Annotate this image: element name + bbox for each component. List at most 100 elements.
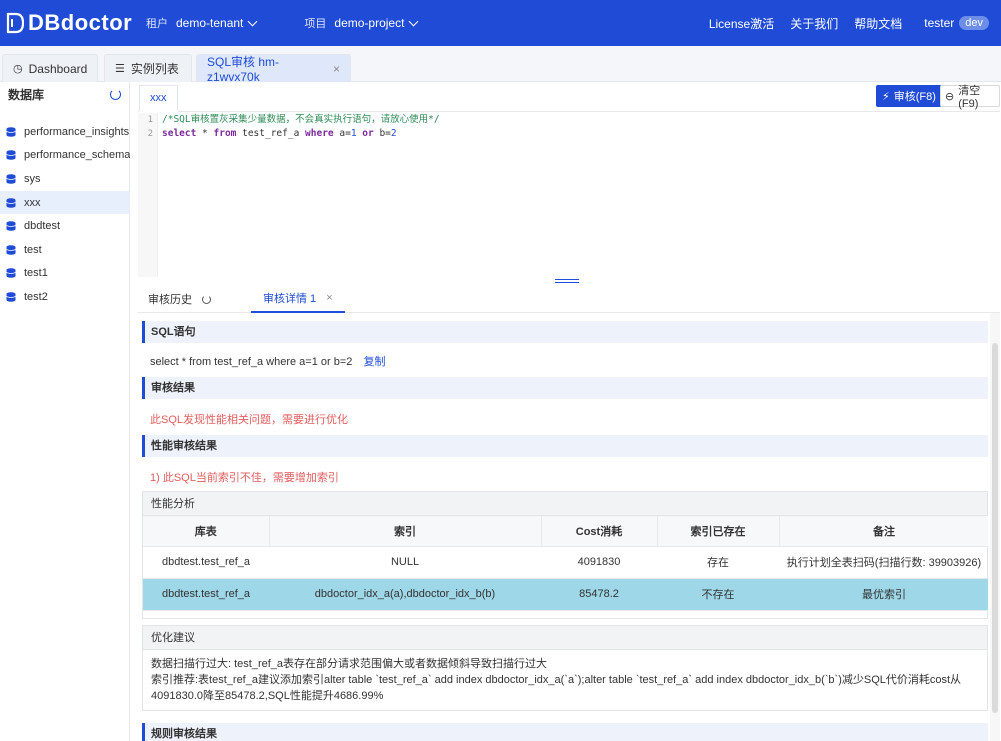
- code-comment: /*SQL审核置灰采集少量数据，不会真实执行语句，请放心使用*/: [162, 114, 440, 125]
- audit-button-label: 审核(F8): [893, 91, 936, 103]
- project-value: demo-project: [334, 16, 405, 30]
- database-icon: [6, 292, 16, 302]
- table-header-cell: 索引: [269, 516, 542, 547]
- username: tester: [924, 16, 955, 30]
- user-menu[interactable]: tester dev: [924, 16, 989, 30]
- code-content[interactable]: /*SQL审核置灰采集少量数据，不会真实执行语句，请放心使用*/ select …: [162, 113, 440, 141]
- optimization-box: 优化建议 数据扫描行过大: test_ref_a表存在部分请求范围偏大或者数据倾…: [142, 625, 988, 711]
- sidebar-item-label: dbdtest: [24, 220, 61, 233]
- table-cell: dbdoctor_idx_a(a),dbdoctor_idx_b(b): [269, 578, 541, 611]
- sidebar-item-label: test: [24, 243, 42, 256]
- editor-tab-xxx[interactable]: xxx: [139, 85, 178, 112]
- sidebar-item-database[interactable]: performance_insights...: [0, 120, 130, 144]
- panel-resize-handle[interactable]: [555, 279, 579, 283]
- sql-statement-line: select * from test_ref_a where a=1 or b=…: [150, 353, 385, 369]
- sql-editor[interactable]: 1 2 /*SQL审核置灰采集少量数据，不会真实执行语句，请放心使用*/ sel…: [138, 113, 1000, 277]
- tab-sql-audit[interactable]: SQL审核 hm-z1wvx70k ×: [196, 54, 351, 84]
- list-icon: ☰: [115, 63, 125, 75]
- table-cell: dbdtest.test_ref_a: [143, 546, 269, 579]
- table-cell: dbdtest.test_ref_a: [143, 578, 269, 611]
- table-row[interactable]: dbdtest.test_ref_a dbdoctor_idx_a(a),dbdo…: [143, 578, 988, 611]
- sidebar-item-label: performance_schema...: [24, 149, 130, 162]
- database-icon: [6, 150, 16, 161]
- sidebar-item-label: test2: [24, 290, 48, 303]
- table-header-cell: 备注: [779, 516, 988, 547]
- lightning-icon: ⚡: [882, 90, 890, 103]
- database-list: performance_insights... performance_schem…: [0, 120, 130, 309]
- sidebar-title: 数据库: [8, 87, 45, 102]
- analysis-title: 性能分析: [143, 492, 987, 516]
- tab-audit-history[interactable]: 审核历史: [138, 285, 221, 313]
- license-link[interactable]: License激活: [709, 15, 774, 32]
- database-icon: [6, 174, 16, 184]
- audit-detail-panel: SQL语句 select * from test_ref_a where a=1…: [138, 313, 988, 741]
- optimization-line: 索引推荐:表test_ref_a建议添加索引alter table `test_…: [151, 674, 962, 686]
- sidebar-item-database[interactable]: sys: [0, 167, 130, 191]
- table-cell: 4091830: [541, 546, 657, 579]
- project-selector[interactable]: 项目 demo-project: [304, 15, 419, 31]
- sidebar-item-database[interactable]: dbdtest: [0, 214, 130, 238]
- copy-link[interactable]: 复制: [363, 356, 385, 368]
- sidebar-item-database[interactable]: test1: [0, 262, 130, 286]
- sidebar-item-database[interactable]: xxx: [0, 190, 130, 215]
- tab-label: SQL审核 hm-z1wvx70k: [207, 55, 280, 84]
- performance-analysis-box: 性能分析 库表 索引 Cost消耗 索引已存在 备注 dbdtest.test_ref_…: [142, 491, 988, 619]
- section-audit-result: 审核结果: [142, 377, 988, 399]
- tab-label: 审核历史: [148, 294, 192, 306]
- line-number: 2: [147, 129, 153, 139]
- editor-tab-bar: xxx ⚡ 审核(F8) ⊖ 清空(F9): [138, 82, 1000, 112]
- tab-label: Dashboard: [28, 61, 88, 76]
- sidebar-item-database[interactable]: test: [0, 238, 130, 262]
- code-line-sql: select * from test_ref_a where a=1 or b=…: [162, 128, 397, 139]
- table-cell: 最优索引: [779, 578, 988, 611]
- table-cell: 85478.2: [541, 578, 657, 611]
- sidebar-item-label: sys: [24, 172, 41, 185]
- performance-result-text: 1) 此SQL当前索引不佳，需要增加索引: [150, 472, 339, 484]
- close-icon[interactable]: ×: [333, 62, 340, 76]
- tenant-selector[interactable]: 租户 demo-tenant: [146, 15, 258, 31]
- optimization-title: 优化建议: [143, 626, 987, 650]
- sidebar-item-database[interactable]: test2: [0, 285, 130, 309]
- chevron-down-icon: [408, 16, 419, 26]
- audit-result-text: 此SQL发现性能相关问题，需要进行优化: [150, 414, 349, 426]
- scrollbar-thumb[interactable]: [992, 343, 998, 713]
- close-icon[interactable]: ×: [326, 292, 332, 304]
- clear-button-label: 清空(F9): [958, 85, 981, 110]
- env-badge: dev: [959, 16, 989, 30]
- top-nav-bar: DBdoctor 租户 demo-tenant 项目 demo-project …: [0, 0, 1001, 46]
- about-link[interactable]: 关于我们: [790, 15, 838, 32]
- tab-instance-list[interactable]: ☰ 实例列表: [104, 54, 192, 82]
- optimization-line: 数据扫描行过大: test_ref_a表存在部分请求范围偏大或者数据倾斜导致扫描…: [151, 658, 548, 670]
- section-performance-result: 性能审核结果: [142, 435, 988, 457]
- table-cell: 不存在: [657, 578, 779, 611]
- optimization-line: 4091830.0降至85478.2,SQL性能提升4686.99%: [151, 690, 384, 702]
- chevron-down-icon: [247, 16, 258, 26]
- project-label: 项目: [304, 18, 327, 30]
- sql-statement-text: select * from test_ref_a where a=1 or b=…: [150, 356, 353, 368]
- tenant-label: 租户: [146, 18, 168, 30]
- database-sidebar: 数据库 performance_insights... performance_s…: [0, 82, 130, 741]
- scrollbar[interactable]: [990, 313, 1000, 741]
- dashboard-icon: ◷: [13, 63, 23, 75]
- page-tab-bar: ◷ Dashboard ☰ 实例列表 SQL审核 hm-z1wvx70k ×: [0, 46, 1001, 84]
- clear-button[interactable]: ⊖ 清空(F9): [940, 85, 1000, 110]
- help-docs-link[interactable]: 帮助文档: [854, 15, 902, 32]
- section-rule-result: 规则审核结果: [142, 723, 988, 741]
- tab-dashboard[interactable]: ◷ Dashboard: [2, 54, 98, 82]
- sidebar-item-label: xxx: [24, 196, 41, 209]
- refresh-icon[interactable]: [110, 88, 121, 100]
- tab-label: 实例列表: [130, 62, 179, 76]
- table-cell: 执行计划全表扫码(扫描行数: 39903926): [779, 546, 988, 579]
- tab-audit-detail[interactable]: 审核详情 1 ×: [251, 285, 345, 313]
- audit-button[interactable]: ⚡ 审核(F8): [876, 85, 942, 107]
- sidebar-item-database[interactable]: performance_schema...: [0, 144, 130, 168]
- logo[interactable]: DBdoctor: [0, 10, 146, 36]
- table-header-cell: 索引已存在: [657, 516, 780, 547]
- logo-text: DBdoctor: [28, 10, 133, 35]
- analysis-table: 库表 索引 Cost消耗 索引已存在 备注 dbdtest.test_ref_a NULL…: [143, 516, 988, 611]
- section-sql-statement: SQL语句: [142, 321, 988, 343]
- refresh-icon[interactable]: [202, 294, 211, 304]
- sidebar-item-label: test1: [24, 267, 48, 280]
- table-row[interactable]: dbdtest.test_ref_a NULL 4091830 存在 执行计划全表扫码(…: [143, 546, 988, 579]
- minus-circle-icon: ⊖: [945, 90, 955, 103]
